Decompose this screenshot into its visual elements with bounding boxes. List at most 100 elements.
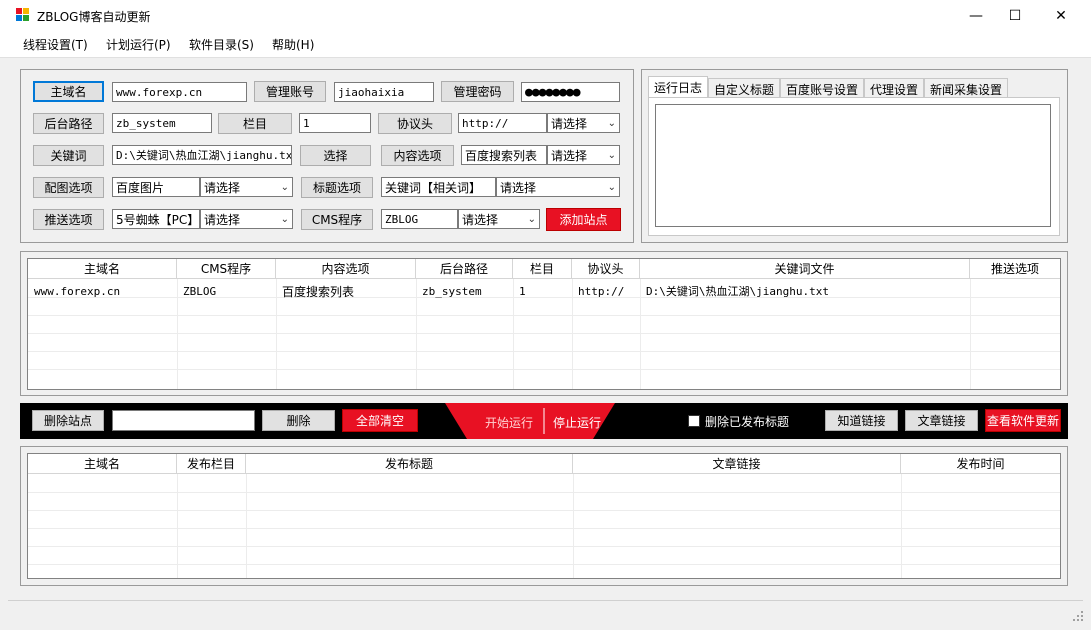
chevron-down-icon: ⌄ bbox=[607, 117, 616, 129]
grid-line bbox=[28, 492, 1060, 493]
column-header[interactable]: 发布时间 bbox=[901, 454, 1060, 474]
choose-file-button[interactable]: 选择 bbox=[300, 145, 371, 166]
delete-site-button[interactable]: 删除站点 bbox=[32, 410, 104, 431]
grid-line bbox=[28, 546, 1060, 547]
image-input[interactable]: 百度图片 bbox=[112, 177, 200, 197]
tab-custom-title[interactable]: 自定义标题 bbox=[708, 78, 781, 98]
stop-run-button[interactable]: 停止运行 bbox=[553, 414, 601, 431]
admin-path-input[interactable]: zb_system bbox=[112, 113, 212, 133]
account-input[interactable]: jiaohaixia bbox=[334, 82, 434, 102]
chevron-down-icon: ⌄ bbox=[607, 149, 616, 161]
tab-proxy[interactable]: 代理设置 bbox=[864, 78, 925, 98]
tab-baidu-account[interactable]: 百度账号设置 bbox=[780, 78, 865, 98]
password-button[interactable]: 管理密码 bbox=[441, 81, 514, 102]
column-button[interactable]: 栏目 bbox=[218, 113, 292, 134]
protocol-select[interactable]: 请选择 ⌄ bbox=[547, 113, 620, 133]
image-select[interactable]: 请选择 ⌄ bbox=[200, 177, 293, 197]
cms-button[interactable]: CMS程序 bbox=[301, 209, 373, 230]
cms-select-value: 请选择 bbox=[462, 212, 499, 227]
push-input[interactable]: 5号蜘蛛【PC】 bbox=[112, 209, 200, 229]
grid-line bbox=[28, 351, 1060, 352]
maximize-button[interactable]: ☐ bbox=[992, 0, 1038, 31]
app-icon bbox=[16, 8, 29, 21]
push-option-button[interactable]: 推送选项 bbox=[33, 209, 104, 230]
content-select-value: 请选择 bbox=[551, 148, 588, 163]
menu-thread-settings[interactable]: 线程设置(T) bbox=[23, 36, 88, 53]
column-header[interactable]: 主域名 bbox=[28, 259, 177, 279]
start-run-button[interactable]: 开始运行 bbox=[485, 414, 533, 431]
keyword-input[interactable]: D:\关键词\热血江湖\jianghu.txt bbox=[112, 145, 292, 165]
image-option-button[interactable]: 配图选项 bbox=[33, 177, 104, 198]
admin-path-button[interactable]: 后台路径 bbox=[33, 113, 104, 134]
grid-line bbox=[177, 474, 178, 578]
column-header[interactable]: 关键词文件 bbox=[640, 259, 970, 279]
delete-button[interactable]: 删除 bbox=[262, 410, 335, 431]
sites-table[interactable]: 主域名 CMS程序 内容选项 后台路径 栏目 协议头 关键词文件 推送选项 ww… bbox=[27, 258, 1061, 390]
table-cell[interactable]: www.forexp.cn bbox=[28, 282, 177, 300]
clear-all-button[interactable]: 全部清空 bbox=[342, 409, 418, 432]
grid-line bbox=[28, 528, 1060, 529]
table-cell[interactable]: 1 bbox=[513, 282, 572, 300]
content-option-button[interactable]: 内容选项 bbox=[381, 145, 454, 166]
title-option-button[interactable]: 标题选项 bbox=[301, 177, 373, 198]
column-header[interactable]: 内容选项 bbox=[276, 259, 416, 279]
column-input[interactable]: 1 bbox=[299, 113, 371, 133]
cms-input[interactable]: ZBLOG bbox=[381, 209, 458, 229]
zhidao-link-button[interactable]: 知道链接 bbox=[825, 410, 898, 431]
column-header[interactable]: 文章链接 bbox=[573, 454, 901, 474]
keyword-button[interactable]: 关键词 bbox=[33, 145, 104, 166]
column-header[interactable]: 后台路径 bbox=[416, 259, 513, 279]
chevron-down-icon: ⌄ bbox=[280, 213, 289, 225]
publish-table[interactable]: 主域名 发布栏目 发布标题 文章链接 发布时间 bbox=[27, 453, 1061, 579]
menu-help[interactable]: 帮助(H) bbox=[272, 36, 314, 53]
table-cell[interactable]: zb_system bbox=[416, 282, 513, 300]
grid-line bbox=[28, 333, 1060, 334]
status-bar bbox=[8, 600, 1083, 622]
image-select-value: 请选择 bbox=[204, 180, 241, 195]
domain-button[interactable]: 主域名 bbox=[33, 81, 104, 102]
table-cell[interactable]: D:\关键词\热血江湖\jianghu.txt bbox=[640, 282, 970, 300]
protocol-button[interactable]: 协议头 bbox=[378, 113, 452, 134]
resize-grip-icon[interactable] bbox=[1073, 611, 1083, 621]
column-header[interactable]: CMS程序 bbox=[177, 259, 276, 279]
domain-input[interactable]: www.forexp.cn bbox=[112, 82, 247, 102]
menu-schedule[interactable]: 计划运行(P) bbox=[106, 36, 171, 53]
column-header[interactable]: 发布标题 bbox=[246, 454, 573, 474]
tab-run-log[interactable]: 运行日志 bbox=[648, 76, 709, 98]
grid-line bbox=[28, 564, 1060, 565]
column-header[interactable]: 推送选项 bbox=[970, 259, 1060, 279]
table-cell[interactable]: http:// bbox=[572, 282, 640, 300]
grid-line bbox=[901, 474, 902, 578]
table-cell[interactable]: 百度搜索列表 bbox=[276, 282, 416, 300]
article-link-button[interactable]: 文章链接 bbox=[905, 410, 978, 431]
window-title: ZBLOG博客自动更新 bbox=[37, 10, 151, 24]
tab-news-collect[interactable]: 新闻采集设置 bbox=[924, 78, 1009, 98]
password-input[interactable]: ●●●●●●●● bbox=[521, 82, 620, 102]
column-header[interactable]: 栏目 bbox=[513, 259, 572, 279]
close-button[interactable]: ✕ bbox=[1038, 0, 1084, 31]
grid-line bbox=[28, 369, 1060, 370]
run-log-textarea[interactable] bbox=[655, 104, 1051, 227]
menu-software-dir[interactable]: 软件目录(S) bbox=[189, 36, 254, 53]
table-cell[interactable]: ZBLOG bbox=[177, 282, 276, 300]
push-select[interactable]: 请选择 ⌄ bbox=[200, 209, 293, 229]
add-site-button[interactable]: 添加站点 bbox=[546, 208, 621, 231]
grid-line bbox=[28, 510, 1060, 511]
content-input[interactable]: 百度搜索列表 bbox=[461, 145, 547, 165]
column-header[interactable]: 发布栏目 bbox=[177, 454, 246, 474]
check-update-button[interactable]: 查看软件更新 bbox=[985, 409, 1061, 432]
table-cell[interactable] bbox=[970, 282, 1060, 300]
title-select[interactable]: 请选择 ⌄ bbox=[496, 177, 620, 197]
delete-published-label: 删除已发布标题 bbox=[705, 415, 790, 429]
account-button[interactable]: 管理账号 bbox=[254, 81, 326, 102]
protocol-input[interactable]: http:// bbox=[458, 113, 547, 133]
content-select[interactable]: 请选择 ⌄ bbox=[547, 145, 620, 165]
cms-select[interactable]: 请选择 ⌄ bbox=[458, 209, 540, 229]
column-header[interactable]: 主域名 bbox=[28, 454, 177, 474]
chevron-down-icon: ⌄ bbox=[280, 181, 289, 193]
title-input[interactable]: 关键词【相关词】 bbox=[381, 177, 496, 197]
delete-site-input[interactable] bbox=[112, 410, 255, 431]
protocol-select-value: 请选择 bbox=[551, 116, 588, 131]
delete-published-checkbox[interactable] bbox=[688, 415, 700, 427]
column-header[interactable]: 协议头 bbox=[572, 259, 640, 279]
